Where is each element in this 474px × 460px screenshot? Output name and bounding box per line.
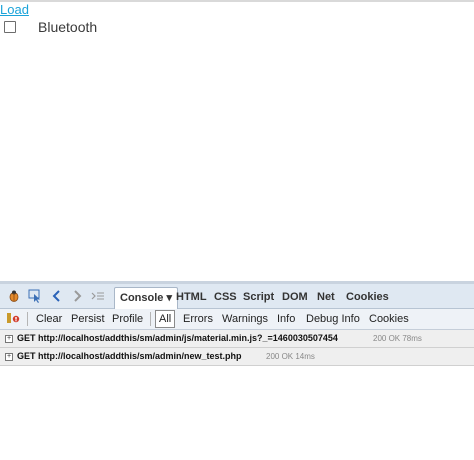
firebug-toolbar: Console ▾ HTML CSS Script DOM Net Cookie… (0, 284, 474, 310)
firebug-panel: Console ▾ HTML CSS Script DOM Net Cookie… (0, 281, 474, 460)
toolbar-divider (150, 312, 151, 326)
filter-errors-button[interactable]: Errors (183, 312, 213, 326)
inspect-element-icon[interactable] (27, 288, 43, 304)
command-line-icon[interactable] (90, 288, 106, 304)
expand-icon[interactable]: + (5, 335, 13, 343)
bluetooth-label: Bluetooth (38, 19, 98, 35)
expand-icon[interactable]: + (5, 353, 13, 361)
tab-script[interactable]: Script (243, 287, 274, 308)
log-entry[interactable]: + GET http://localhost/addthis/sm/admin/… (0, 330, 474, 348)
load-link[interactable]: Load (0, 3, 29, 17)
tab-html[interactable]: HTML (176, 287, 207, 308)
filter-debug-info-button[interactable]: Debug Info (306, 312, 360, 326)
toolbar-divider (27, 312, 28, 326)
log-status: 200 OK 14ms (266, 352, 315, 361)
break-on-errors-icon[interactable] (5, 311, 21, 327)
tab-css[interactable]: CSS (214, 287, 237, 308)
top-border (0, 0, 474, 2)
filter-cookies-button[interactable]: Cookies (369, 312, 409, 326)
log-request: GET http://localhost/addthis/sm/admin/ne… (17, 351, 242, 361)
tab-cookies[interactable]: Cookies (346, 287, 389, 308)
filter-warnings-button[interactable]: Warnings (222, 312, 268, 326)
console-filter-bar: Clear Persist Profile All Errors Warning… (0, 309, 474, 330)
tab-net[interactable]: Net (317, 287, 335, 308)
back-arrow-icon[interactable] (49, 288, 65, 304)
forward-arrow-icon[interactable] (69, 288, 85, 304)
tab-console[interactable]: Console ▾ (114, 287, 178, 310)
bluetooth-checkbox[interactable] (4, 21, 16, 33)
filter-info-button[interactable]: Info (277, 312, 295, 326)
firebug-bug-icon[interactable] (6, 288, 22, 304)
log-status: 200 OK 78ms (373, 334, 422, 343)
log-entry[interactable]: + GET http://localhost/addthis/sm/admin/… (0, 348, 474, 366)
bluetooth-option[interactable]: Bluetooth (0, 19, 200, 35)
filter-all-button[interactable]: All (155, 310, 176, 328)
log-request: GET http://localhost/addthis/sm/admin/js… (17, 333, 338, 343)
persist-button[interactable]: Persist (71, 312, 105, 326)
tab-dom[interactable]: DOM (282, 287, 308, 308)
clear-button[interactable]: Clear (36, 312, 62, 326)
profile-button[interactable]: Profile (112, 312, 143, 326)
